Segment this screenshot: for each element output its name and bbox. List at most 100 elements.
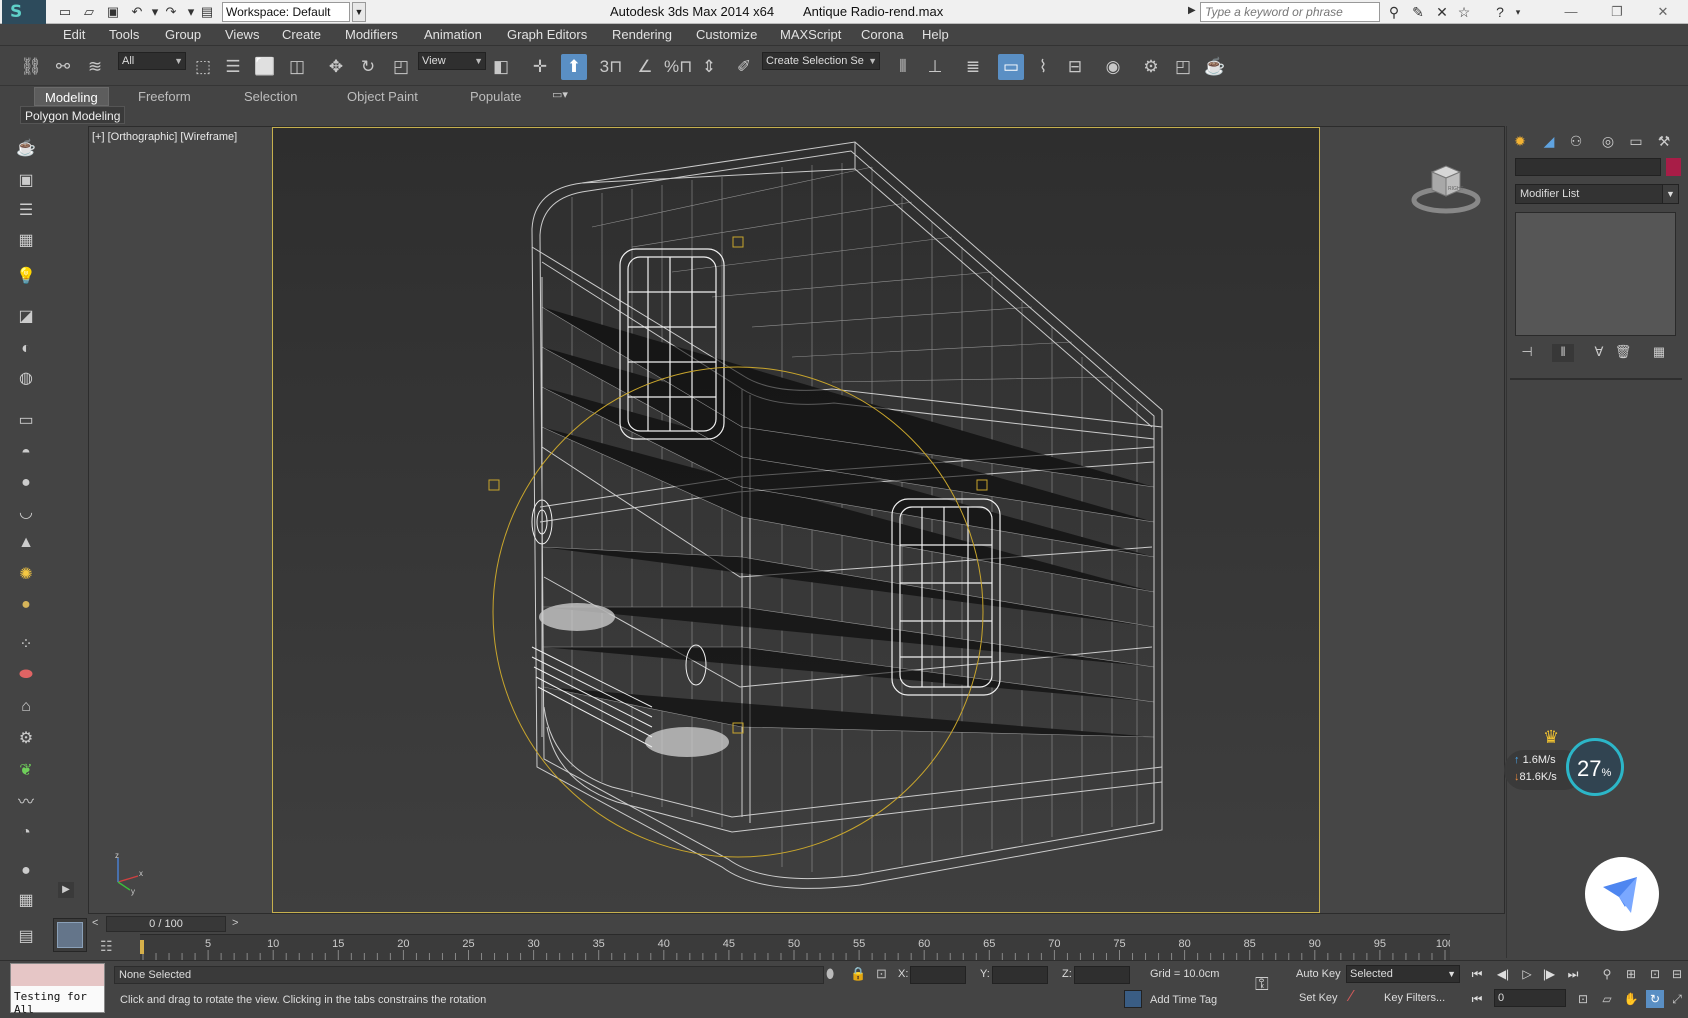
sun-icon[interactable]: ✺ (12, 562, 40, 588)
time-slider-handle[interactable]: 0 / 100 (106, 916, 226, 932)
app-menu-button[interactable]: S (2, 0, 46, 24)
display-tab-icon[interactable]: ▭ (1624, 131, 1648, 151)
cone-icon[interactable]: ▲ (12, 530, 40, 556)
select-object-icon[interactable]: ⬚ (190, 54, 216, 80)
viewcube-icon[interactable]: RIGHT (1410, 158, 1482, 218)
dome-icon[interactable]: ◓ (12, 440, 40, 466)
select-and-link-icon[interactable]: ⛓ (18, 54, 44, 80)
select-manipulate-icon[interactable]: ✛ (527, 54, 553, 80)
track-bar-toggle-icon[interactable]: ☷ (100, 938, 113, 955)
sky-sphere-icon[interactable]: ● (12, 592, 40, 618)
move-icon[interactable]: ✥ (323, 54, 349, 80)
time-slider-next[interactable]: > (232, 917, 238, 929)
table-icon[interactable]: ▦ (12, 228, 40, 254)
unlink-icon[interactable]: ⚯ (50, 54, 76, 80)
pin-stack-icon[interactable]: ⊣ (1516, 344, 1538, 362)
save-icon[interactable]: ▣ (104, 3, 122, 21)
pivot-center-icon[interactable]: ◧ (488, 54, 514, 80)
play-icon[interactable]: ▷ (1517, 965, 1537, 983)
mirror-icon[interactable]: ⫴ (890, 54, 916, 80)
keyword-search-input[interactable]: Type a keyword or phrase (1200, 2, 1380, 22)
pan-icon[interactable]: ✋ (1622, 990, 1640, 1008)
render-setup-icon[interactable]: ⚙ (1138, 54, 1164, 80)
show-end-result-icon[interactable]: ‖ (1552, 344, 1574, 362)
orbit-icon[interactable]: ↻ (1646, 990, 1664, 1008)
grass-icon[interactable]: ❦ (12, 758, 40, 784)
menu-corona[interactable]: Corona (861, 27, 904, 42)
configure-modifier-sets-icon[interactable]: ▦ (1648, 344, 1670, 362)
menu-views[interactable]: Views (225, 27, 259, 42)
snaps-toggle-icon[interactable]: 3⊓ (598, 54, 624, 80)
align-icon[interactable]: ⊥ (922, 54, 948, 80)
bird-app-icon[interactable] (1585, 857, 1659, 931)
gear-settings-icon[interactable]: ⚙ (12, 726, 40, 752)
rect-selection-icon[interactable]: ⬜ (252, 54, 278, 80)
auto-key-button[interactable]: Auto Key (1296, 968, 1341, 980)
time-slider-prev[interactable]: < (92, 917, 98, 929)
menu-create[interactable]: Create (282, 27, 321, 42)
add-time-tag-button[interactable]: Add Time Tag (1150, 994, 1217, 1006)
keyboard-shortcut-override-icon[interactable]: ⬆ (561, 54, 587, 80)
key-tangent-icon[interactable]: ⁄ (1350, 988, 1353, 1006)
hierarchy-tab-icon[interactable]: ⚇ (1564, 131, 1588, 151)
maximize-button[interactable]: ❐ (1594, 0, 1640, 24)
scene-explorer-icon[interactable]: ▭ (998, 54, 1024, 80)
next-frame-icon[interactable]: |▶ (1539, 965, 1559, 983)
spinner-snap-icon[interactable]: ⇕ (696, 54, 722, 80)
basket-icon[interactable]: ◡ (12, 500, 40, 526)
render-production-icon[interactable]: ☕ (1202, 54, 1228, 80)
new-file-icon[interactable]: ▭ (56, 3, 74, 21)
scale-icon[interactable]: ◰ (388, 54, 414, 80)
menu-graph-editors[interactable]: Graph Editors (507, 27, 587, 42)
half-sphere-icon[interactable]: ◐ (12, 336, 40, 362)
schematic-view-icon[interactable]: ⊟ (1062, 54, 1088, 80)
menu-group[interactable]: Group (165, 27, 201, 42)
previous-frame-icon[interactable]: ◀| (1493, 965, 1513, 983)
time-config-icon[interactable]: ⊡ (1574, 990, 1592, 1008)
isolate-icon[interactable]: ⬮ (826, 966, 834, 982)
create-tab-icon[interactable]: ✹ (1508, 131, 1532, 151)
menu-help[interactable]: Help (922, 27, 949, 42)
menu-tools[interactable]: Tools (109, 27, 139, 42)
material-editor-icon[interactable]: ◉ (1100, 54, 1126, 80)
zoom-extents-icon[interactable]: ⊡ (1646, 965, 1664, 983)
utilities-tab-icon[interactable]: ⚒ (1652, 131, 1676, 151)
close-window-button[interactable]: ✕ (1640, 0, 1686, 24)
menu-animation[interactable]: Animation (424, 27, 482, 42)
remove-modifier-icon[interactable]: 🗑 (1612, 344, 1634, 362)
reference-coord-dropdown[interactable]: View ▼ (418, 52, 486, 70)
z-coordinate-field[interactable] (1074, 966, 1130, 984)
angle-snap-icon[interactable]: ∠ (632, 54, 658, 80)
undo-icon[interactable]: ↶ (128, 3, 146, 21)
grid-panel-icon[interactable]: ▦ (12, 888, 40, 914)
menu-edit[interactable]: Edit (63, 27, 85, 42)
select-by-name-icon[interactable]: ☰ (220, 54, 246, 80)
document-icon[interactable]: ▤ (12, 924, 40, 950)
current-frame-field[interactable]: 0 (1494, 989, 1566, 1007)
tab-populate[interactable]: Populate (460, 87, 531, 106)
open-file-icon[interactable]: ▱ (80, 3, 98, 21)
key-filters-button[interactable]: Key Filters... (1384, 992, 1445, 1004)
material-sphere-icon[interactable]: ● (12, 858, 40, 884)
subscription-icon[interactable]: ✎ (1408, 3, 1428, 21)
object-color-swatch[interactable] (1666, 158, 1681, 176)
x-coordinate-field[interactable] (910, 966, 966, 984)
render-frame-icon[interactable]: ▣ (12, 168, 40, 194)
minimize-button[interactable]: — (1548, 0, 1594, 24)
list-icon[interactable]: ☰ (12, 198, 40, 224)
redo-icon[interactable]: ↷ (162, 3, 180, 21)
absolute-mode-icon[interactable]: ⊡ (876, 966, 887, 982)
film-camera-icon[interactable]: ◍ (12, 366, 40, 392)
window-crossing-icon[interactable]: ◫ (284, 54, 310, 80)
camera-icon[interactable]: ◪ (12, 304, 40, 330)
curve-editor-icon[interactable]: ⌇ (1030, 54, 1056, 80)
favorites-star-icon[interactable]: ☆ (1454, 3, 1474, 21)
set-key-button[interactable]: Set Key (1299, 992, 1338, 1004)
object-name-field[interactable] (1515, 158, 1661, 176)
zoom-extents-all-icon[interactable]: ⊟ (1668, 965, 1686, 983)
maxscript-listener-mini[interactable]: Testing for All (10, 963, 105, 1016)
ribbon-options-icon[interactable]: ▭▾ (552, 88, 568, 101)
tab-object-paint[interactable]: Object Paint (337, 87, 428, 106)
go-to-end-icon[interactable]: ⏭ (1563, 965, 1583, 983)
polygon-modeling-panel[interactable]: Polygon Modeling (20, 106, 126, 124)
